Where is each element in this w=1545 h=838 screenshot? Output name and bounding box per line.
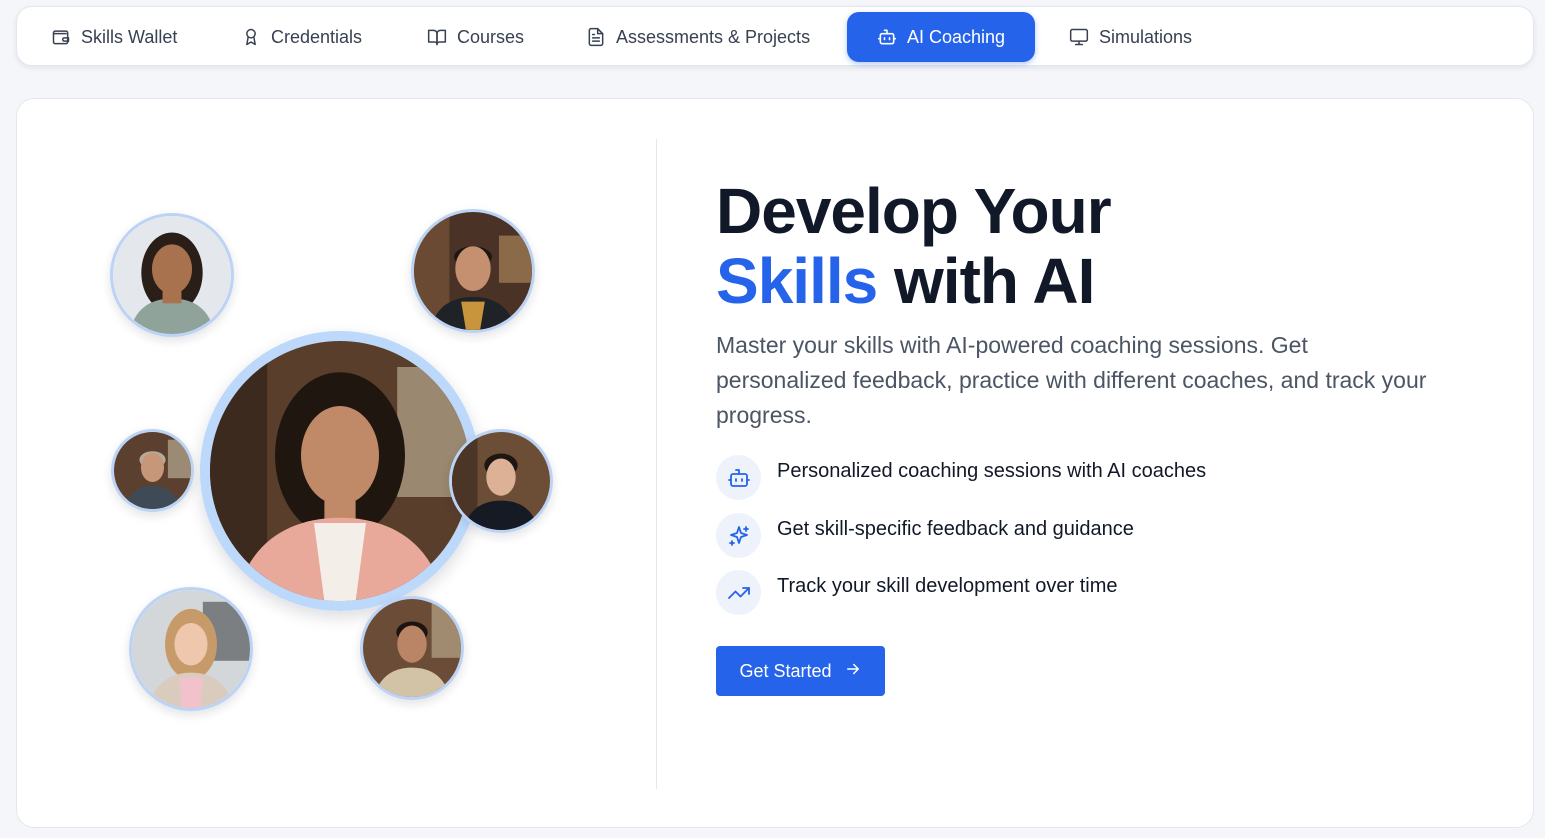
- tab-simulations[interactable]: Simulations: [1035, 12, 1206, 62]
- coach-avatar: [411, 209, 535, 333]
- hero-title-accent: Skills: [716, 245, 878, 317]
- tab-label: Simulations: [1099, 26, 1193, 47]
- trending-up-icon: [716, 570, 761, 615]
- tab-label: Credentials: [271, 26, 363, 47]
- tab-label: Skills Wallet: [81, 26, 178, 47]
- get-started-label: Get Started: [739, 660, 832, 681]
- sparkles-icon: [716, 513, 761, 558]
- monitor-icon: [1069, 27, 1089, 47]
- coach-avatar: [360, 596, 464, 700]
- coach-avatar: [110, 213, 234, 337]
- tab-skills-wallet[interactable]: Skills Wallet: [17, 12, 191, 62]
- award-icon: [241, 27, 261, 47]
- document-icon: [586, 27, 606, 47]
- hero-title-line1: Develop Your: [716, 175, 1112, 247]
- tab-label: Assessments & Projects: [616, 26, 811, 47]
- feature-item: Track your skill development over time: [716, 570, 1118, 615]
- book-open-icon: [427, 27, 447, 47]
- featured-coach-avatar: [200, 331, 480, 611]
- get-started-button[interactable]: Get Started: [716, 646, 885, 696]
- coach-avatar: [449, 429, 553, 533]
- bot-icon: [716, 455, 761, 500]
- feature-text: Track your skill development over time: [777, 575, 1118, 597]
- feature-item: Personalized coaching sessions with AI c…: [716, 455, 1206, 500]
- arrow-right-icon: [844, 660, 862, 683]
- feature-text: Get skill-specific feedback and guidance: [777, 518, 1134, 540]
- vertical-divider: [656, 139, 657, 789]
- tab-assessments-projects[interactable]: Assessments & Projects: [552, 12, 824, 62]
- tab-courses[interactable]: Courses: [393, 12, 538, 62]
- hero-title: Develop Your Skills with AI: [716, 175, 1112, 317]
- wallet-icon: [51, 27, 71, 47]
- tab-ai-coaching[interactable]: AI Coaching: [847, 12, 1036, 62]
- coach-avatar: [129, 587, 253, 711]
- tab-label: Courses: [457, 26, 525, 47]
- feature-item: Get skill-specific feedback and guidance: [716, 513, 1134, 558]
- hero-title-rest: with AI: [894, 245, 1095, 317]
- hero-description: Master your skills with AI-powered coach…: [716, 332, 1427, 428]
- feature-text: Personalized coaching sessions with AI c…: [777, 460, 1207, 482]
- top-tab-bar: Skills Wallet Credentials Courses Assess…: [16, 6, 1534, 66]
- tab-credentials[interactable]: Credentials: [207, 12, 376, 62]
- bot-icon: [877, 27, 897, 47]
- coach-avatar: [111, 429, 194, 512]
- tab-label: AI Coaching: [907, 26, 1006, 47]
